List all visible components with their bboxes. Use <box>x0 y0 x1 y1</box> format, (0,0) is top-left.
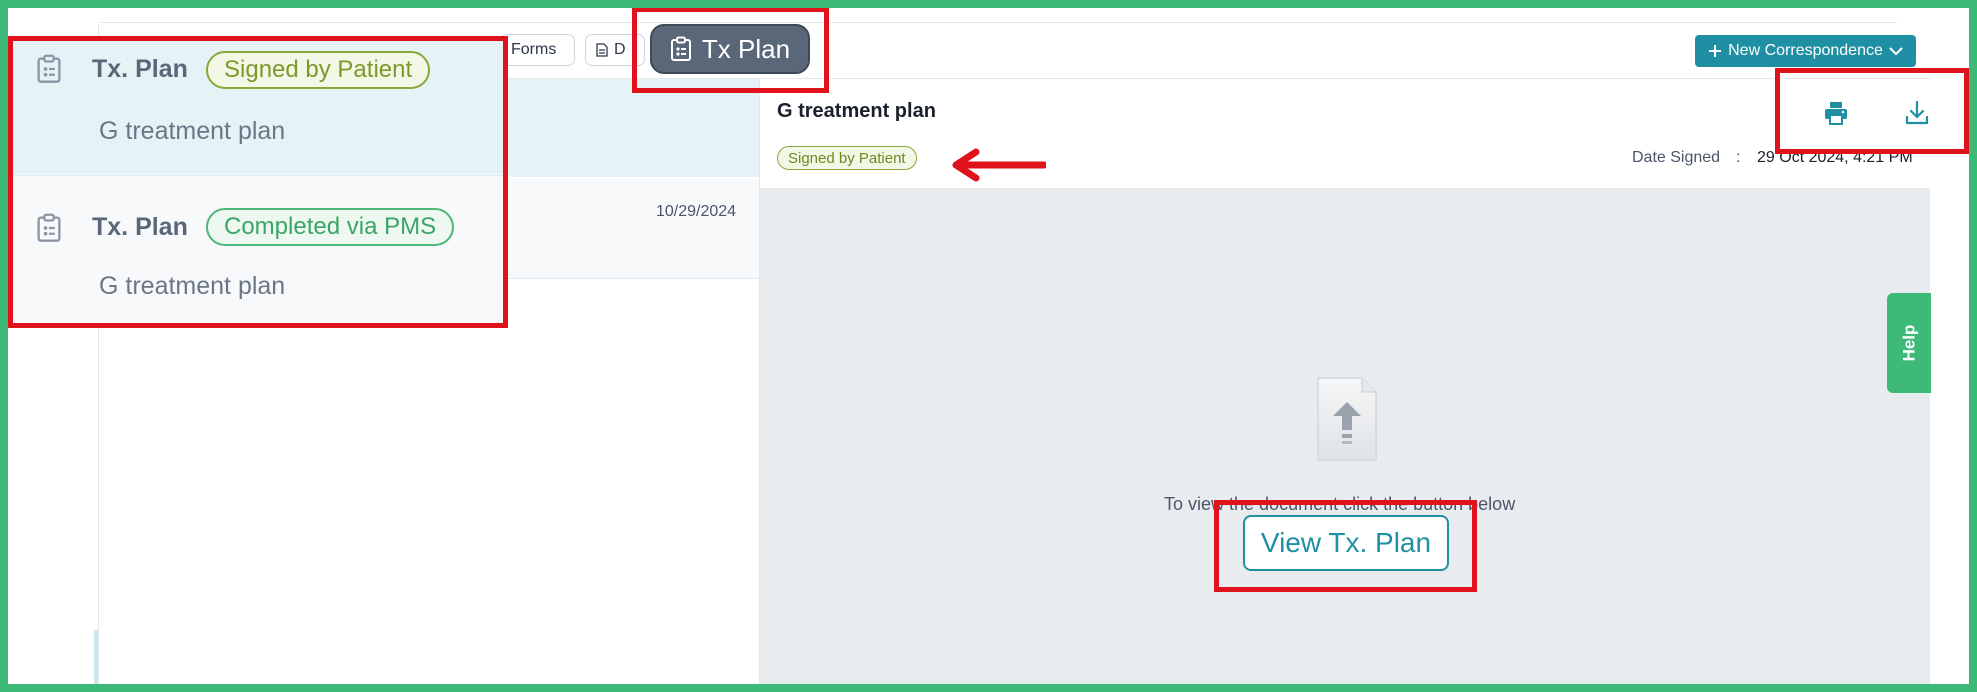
view-instructions: To view the document click the button be… <box>1164 494 1516 514</box>
gutter-accent <box>94 630 98 684</box>
filter-forms-label: Forms <box>511 41 557 58</box>
filter-tx-plan[interactable]: Tx Plan <box>650 24 810 74</box>
list-item[interactable]: Tx. Plan Completed via PMS G treatment p… <box>8 175 508 328</box>
help-tab[interactable]: Help <box>1887 293 1931 393</box>
filter-documents[interactable]: D <box>585 34 645 66</box>
clipboard-icon <box>37 54 61 83</box>
date-signed-separator: : <box>1736 149 1741 166</box>
print-button[interactable] <box>1819 96 1853 130</box>
file-upload-icon <box>1317 377 1377 461</box>
plus-icon <box>1709 45 1722 57</box>
annotation-box <box>1775 68 1969 154</box>
zoomed-list-callout: Tx. Plan Signed by Patient G treatment p… <box>8 36 508 328</box>
new-correspondence-label: New Correspondence <box>1728 42 1883 59</box>
new-correspondence-button[interactable]: New Correspondence <box>1695 35 1916 67</box>
date-signed-label: Date Signed <box>1632 149 1721 166</box>
list-item-title: G treatment plan <box>99 117 286 145</box>
arrow-left-icon <box>952 148 1046 182</box>
filter-documents-label: D <box>614 41 626 58</box>
document-title: G treatment plan <box>777 100 936 122</box>
clipboard-icon <box>670 36 691 61</box>
list-item-type: Tx. Plan <box>92 55 188 83</box>
filter-tx-plan-label: Tx Plan <box>701 33 791 64</box>
top-divider <box>100 22 1897 23</box>
status-badge: Signed by Patient <box>206 51 431 89</box>
filter-forms[interactable]: Forms <box>500 34 575 66</box>
list-item-type: Tx. Plan <box>92 213 188 241</box>
print-icon <box>1825 102 1847 125</box>
date-signed-value: 29 Oct 2024, 4:21 PM <box>1757 149 1913 166</box>
status-badge: Completed via PMS <box>206 208 455 246</box>
help-label: Help <box>1899 324 1918 362</box>
download-button[interactable] <box>1900 96 1934 130</box>
list-item[interactable]: Tx. Plan Signed by Patient G treatment p… <box>8 36 508 174</box>
list-item-title: G treatment plan <box>99 272 286 300</box>
view-tx-plan-button[interactable]: View Tx. Plan <box>1243 515 1449 571</box>
document-icon <box>596 43 608 57</box>
chevron-down-icon <box>1889 47 1903 56</box>
status-badge: Signed by Patient <box>777 146 917 170</box>
clipboard-icon <box>37 213 61 242</box>
list-item-date: 10/29/2024 <box>656 203 737 220</box>
download-icon <box>1905 100 1929 125</box>
